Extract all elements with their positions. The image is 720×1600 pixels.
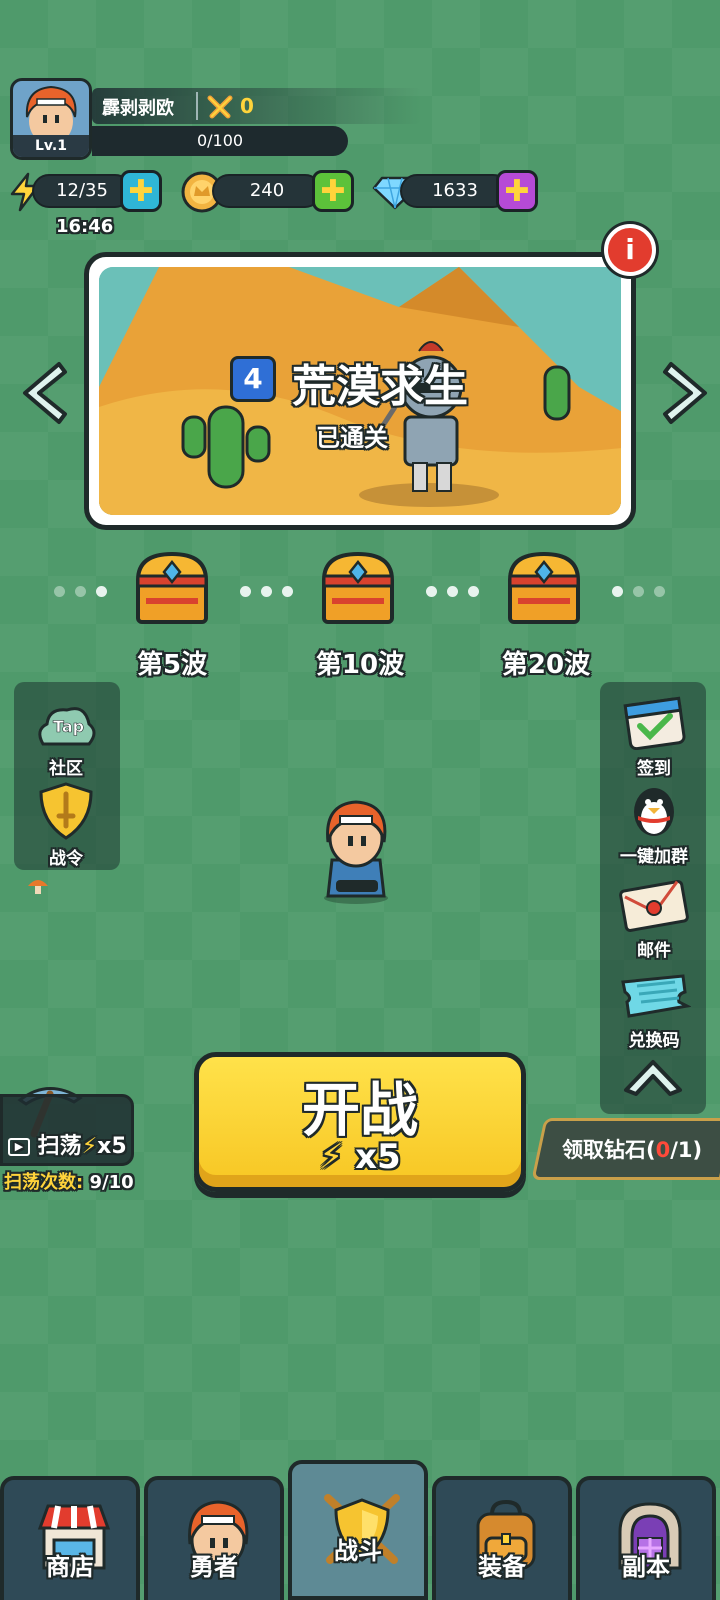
energy-icon: ⚡ bbox=[319, 1137, 344, 1177]
sweep-count-label: 扫荡次数: bbox=[4, 1172, 84, 1193]
plus-icon: ✚ bbox=[128, 173, 154, 209]
mushroom-icon bbox=[28, 880, 48, 894]
xp-bar: 0/100 bbox=[92, 126, 348, 156]
sweep-cost: x5 bbox=[97, 1134, 127, 1159]
join-group-button[interactable]: 一键加群 bbox=[604, 782, 704, 867]
energy-timer: 16:46 bbox=[56, 216, 114, 237]
community-button[interactable]: Tap 社区 bbox=[16, 700, 116, 779]
player-level: Lv.1 bbox=[13, 135, 89, 157]
shield-sword-icon bbox=[39, 782, 93, 840]
envelope-icon bbox=[619, 880, 689, 932]
treasure-chest-icon[interactable] bbox=[318, 548, 398, 628]
tab-shop-label: 商店 bbox=[46, 1553, 94, 1581]
mail-label: 邮件 bbox=[637, 941, 671, 961]
divider bbox=[196, 92, 198, 120]
tab-hero[interactable]: 勇者 bbox=[144, 1476, 284, 1600]
stage-number: 4 bbox=[230, 356, 276, 402]
claim-label-text: 领取钻石( bbox=[562, 1138, 656, 1162]
tab-dungeon[interactable]: 副本 bbox=[576, 1476, 716, 1600]
chevron-up-icon bbox=[624, 1060, 682, 1096]
gold-bar: 240 bbox=[212, 174, 322, 208]
stage-status: 已通关 bbox=[316, 424, 388, 452]
next-stage-button[interactable] bbox=[660, 358, 716, 428]
progress-dots bbox=[240, 586, 293, 597]
tab-battle-label: 战斗 bbox=[334, 1537, 382, 1565]
wave-label: 第20波 bbox=[501, 650, 591, 680]
hero-portrait-icon bbox=[25, 85, 77, 141]
energy-plus-button[interactable]: ✚ bbox=[120, 170, 162, 212]
claim-total: /1) bbox=[670, 1138, 703, 1162]
mail-button[interactable]: 邮件 bbox=[604, 880, 704, 961]
battle-pass-button[interactable]: 战令 bbox=[16, 782, 116, 869]
tap-text: Tap bbox=[53, 717, 84, 736]
sweep-count: 扫荡次数: 9/10 bbox=[4, 1168, 134, 1194]
checkin-label: 签到 bbox=[637, 759, 671, 779]
prev-stage-button[interactable] bbox=[14, 358, 70, 428]
sweep-label: 扫荡 bbox=[37, 1134, 82, 1159]
energy-icon: ⚡ bbox=[81, 1134, 98, 1159]
sweep-count-value: 9/10 bbox=[89, 1172, 134, 1193]
chevron-right-icon bbox=[663, 362, 707, 424]
claim-current: 0 bbox=[655, 1138, 671, 1162]
claim-diamonds-label: 领取钻石(0/1) bbox=[562, 1134, 702, 1164]
bottom-nav: 商店 勇者 战斗 装备 副本 bbox=[0, 1460, 720, 1600]
wave-label: 第10波 bbox=[315, 650, 405, 680]
progress-dots bbox=[54, 586, 107, 597]
energy-bar: 12/35 bbox=[32, 174, 132, 208]
chevron-left-icon bbox=[23, 362, 67, 424]
info-icon: i bbox=[625, 233, 635, 266]
plus-icon: ✚ bbox=[320, 173, 346, 209]
community-cloud-icon: Tap bbox=[38, 707, 96, 746]
power-value: 0 bbox=[240, 94, 254, 118]
tab-equipment-label: 装备 bbox=[478, 1553, 526, 1581]
energy-value: 12/35 bbox=[56, 180, 108, 201]
sweep-row: ▶ 扫荡⚡x5 bbox=[8, 1128, 127, 1160]
start-battle-cost-value: x5 bbox=[355, 1137, 401, 1177]
xp-text: 0/100 bbox=[196, 131, 244, 150]
hero-character-icon bbox=[324, 800, 388, 904]
tab-shop[interactable]: 商店 bbox=[0, 1476, 140, 1600]
stage-title: 荒漠求生 bbox=[292, 361, 468, 412]
community-label: 社区 bbox=[49, 759, 83, 779]
redeem-code-button[interactable]: 兑换码 bbox=[604, 972, 704, 1051]
battle-pass-label: 战令 bbox=[49, 849, 83, 869]
gold-plus-button[interactable]: ✚ bbox=[312, 170, 354, 212]
plus-icon: ✚ bbox=[504, 173, 530, 209]
penguin-icon bbox=[634, 788, 674, 836]
start-battle-cost: ⚡ x5 bbox=[199, 1137, 521, 1177]
video-icon: ▶ bbox=[8, 1138, 30, 1156]
diamond-plus-button[interactable]: ✚ bbox=[496, 170, 538, 212]
progress-dots bbox=[426, 586, 479, 597]
join-group-label: 一键加群 bbox=[620, 847, 688, 867]
tab-battle[interactable]: 战斗 bbox=[288, 1460, 428, 1600]
treasure-chest-icon[interactable] bbox=[504, 548, 584, 628]
player-name: 霹剥剥欧 bbox=[102, 98, 174, 119]
tab-equipment[interactable]: 装备 bbox=[432, 1476, 572, 1600]
progress-dots bbox=[612, 586, 665, 597]
tab-dungeon-label: 副本 bbox=[622, 1553, 670, 1581]
start-battle-label: 开战 bbox=[301, 1076, 418, 1144]
collapse-menu-button[interactable] bbox=[622, 1056, 684, 1100]
checkin-button[interactable]: 签到 bbox=[604, 694, 704, 779]
diamond-bar: 1633 bbox=[400, 174, 510, 208]
info-button[interactable]: i bbox=[604, 224, 656, 276]
tab-hero-label: 勇者 bbox=[190, 1553, 238, 1581]
redeem-code-label: 兑换码 bbox=[628, 1031, 680, 1051]
player-avatar[interactable]: Lv.1 bbox=[10, 78, 92, 160]
ticket-icon bbox=[621, 974, 692, 1018]
calendar-check-icon bbox=[623, 696, 686, 751]
diamond-value: 1633 bbox=[432, 180, 478, 201]
treasure-chest-icon[interactable] bbox=[132, 548, 212, 628]
gold-value: 240 bbox=[249, 180, 285, 201]
crossed-swords-icon bbox=[207, 95, 233, 119]
wave-label: 第5波 bbox=[136, 650, 208, 680]
start-battle-button[interactable]: 开战 ⚡ x5 bbox=[194, 1052, 526, 1192]
